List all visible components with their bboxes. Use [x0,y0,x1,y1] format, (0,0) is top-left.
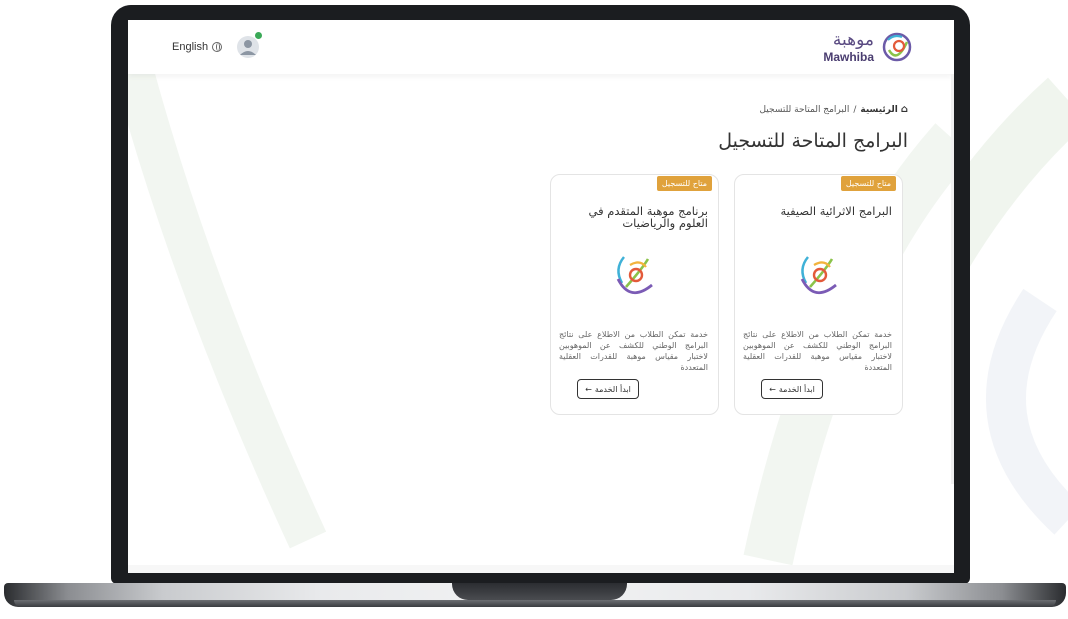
globe-icon [212,42,223,52]
page-scrollbar[interactable] [951,74,954,484]
breadcrumb: ⌂ الرئيسية / البرامج المتاحة للتسجيل [759,104,908,115]
screen-footer [128,565,954,573]
browser-screen: موهبة Mawhiba English ⌂ الرئيسية / البرا… [128,20,954,573]
start-service-label: ابدأ الخدمة [594,384,631,394]
program-logo-icon [616,256,653,294]
program-logo-icon [800,256,837,294]
program-card: متاح للتسجيل برنامج موهبة المتقدم في الع… [550,174,719,415]
program-title: البرامج الاثرائية الصيفية [780,204,892,218]
availability-badge: متاح للتسجيل [840,176,896,191]
start-service-label: ابدأ الخدمة [778,384,815,394]
page-title: البرامج المتاحة للتسجيل [718,130,908,152]
start-service-button[interactable]: ابدأ الخدمة ← [761,379,823,399]
program-card: متاح للتسجيل البرامج الاثرائية الصيفية خ… [734,174,903,415]
laptop-notch [452,583,627,600]
start-service-button[interactable]: ابدأ الخدمة ← [577,379,639,399]
availability-badge: متاح للتسجيل [656,176,712,191]
arrow-left-icon: ← [585,384,592,394]
brand-name-arabic: موهبة [832,29,874,50]
home-icon: ⌂ [900,104,908,115]
program-description: خدمة تمكن الطلاب من الاطلاع على نتائج ال… [743,330,892,372]
breadcrumb-separator: / [853,104,857,115]
header-actions: English [172,32,263,59]
brand-logo-link[interactable]: موهبة Mawhiba [823,30,914,64]
language-label: English [172,41,209,53]
online-status-dot [255,32,263,39]
user-avatar[interactable] [236,32,263,59]
program-title: برنامج موهبة المتقدم في العلوم والرياضيا… [588,204,708,230]
language-switch[interactable]: English [172,41,223,53]
mawhiba-logo-icon [882,32,912,62]
breadcrumb-home-label: الرئيسية [860,104,898,115]
top-header: موهبة Mawhiba English [128,20,954,74]
breadcrumb-home-link[interactable]: ⌂ الرئيسية [860,104,908,115]
brand-name-english: Mawhiba [823,49,874,64]
breadcrumb-current: البرامج المتاحة للتسجيل [759,104,850,115]
program-description: خدمة تمكن الطلاب من الاطلاع على نتائج ال… [559,330,708,372]
arrow-left-icon: ← [769,384,776,394]
